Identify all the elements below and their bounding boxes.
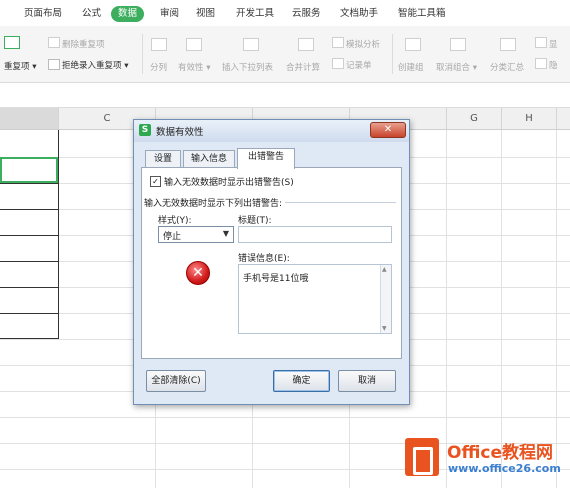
clear-all-button[interactable]: 全部清除(C) [146, 370, 206, 392]
table-border [0, 209, 59, 210]
error-stop-icon: ✕ [186, 261, 210, 285]
consolidate-button[interactable]: 合并计算 [286, 61, 320, 73]
dialog-title: 数据有效性 [156, 127, 204, 138]
app-logo-icon: S [139, 124, 151, 136]
duplicates-dropdown-label: 重复项 [4, 62, 30, 72]
error-message-textarea[interactable]: 手机号是11位哦 ▲ ▼ [238, 264, 392, 334]
ribbon-separator [392, 34, 393, 74]
subtotal-icon [500, 38, 516, 51]
duplicates-icon[interactable] [4, 36, 20, 49]
show-detail-icon [535, 37, 547, 48]
style-select[interactable]: 停止 ▼ [158, 226, 234, 243]
cancel-button[interactable]: 取消 [338, 370, 396, 392]
error-alert-panel: ✓ 输入无效数据时显示出错警告(S) 输入无效数据时显示下列出错警告: 样式(Y… [141, 167, 402, 359]
watermark-url: www.office26.com [448, 462, 561, 475]
scroll-down-icon[interactable]: ▼ [382, 325, 387, 332]
what-if-button[interactable]: 模拟分析 [346, 38, 380, 50]
table-border [0, 261, 59, 262]
insert-dropdown-list-button[interactable]: 插入下拉列表 [222, 61, 273, 73]
column-header-g[interactable]: G [447, 108, 502, 129]
table-border [0, 287, 59, 288]
office26-watermark: Office教程网 www.office26.com [405, 436, 565, 482]
ok-button[interactable]: 确定 [273, 370, 330, 392]
duplicates-dropdown-button[interactable]: 重复项 ▾ [4, 60, 36, 72]
show-error-checkbox[interactable]: ✓ [150, 176, 161, 187]
create-group-button[interactable]: 创建组 [398, 61, 424, 73]
ribbon-separator [142, 34, 143, 74]
show-error-checkbox-label: 输入无效数据时显示出错警告(S) [164, 178, 294, 188]
chevron-down-icon: ▼ [222, 229, 229, 238]
error-message-value: 手机号是11位哦 [243, 274, 309, 284]
record-form-icon [332, 58, 344, 69]
grid-line [0, 417, 570, 418]
section-label: 输入无效数据时显示下列出错警告: [144, 196, 286, 209]
tab-formulas[interactable]: 公式 [82, 6, 101, 22]
tab-view[interactable]: 视图 [196, 6, 215, 22]
title-input[interactable] [238, 226, 392, 243]
tab-doc-assistant[interactable]: 文档助手 [340, 6, 378, 22]
hide-detail-button[interactable]: 隐 [549, 59, 558, 71]
consolidate-icon [298, 38, 314, 51]
ribbon-tab-bar: 页面布局 公式 数据 审阅 视图 开发工具 云服务 文档助手 智能工具箱 [0, 0, 570, 26]
style-label: 样式(Y): [158, 216, 192, 226]
formula-bar[interactable] [0, 83, 570, 108]
create-group-icon [405, 38, 421, 51]
style-select-value: 停止 [163, 232, 182, 242]
tab-review[interactable]: 审阅 [160, 6, 179, 22]
validity-label: 有效性 [178, 63, 204, 73]
tab-data[interactable]: 数据 [111, 6, 145, 22]
reject-duplicates-icon [48, 59, 60, 70]
scroll-up-icon[interactable]: ▲ [382, 266, 387, 273]
column-header-selected[interactable] [0, 108, 59, 129]
office-logo-mark [413, 447, 433, 475]
close-icon: ✕ [383, 124, 393, 135]
split-icon [151, 38, 167, 51]
reject-duplicates-button[interactable]: 拒绝录入重复项 ▾ [62, 59, 128, 71]
table-border [58, 130, 59, 338]
validity-button[interactable]: 有效性 ▾ [178, 61, 210, 73]
remove-duplicates-button[interactable]: 删除重复项 [62, 38, 105, 50]
title-label: 标题(T): [238, 216, 272, 226]
tab-cloud-service[interactable]: 云服务 [292, 6, 321, 22]
hide-detail-icon [535, 58, 547, 69]
watermark-title: Office教程网 [447, 443, 554, 463]
error-message-label: 错误信息(E): [238, 254, 290, 264]
tab-developer[interactable]: 开发工具 [236, 6, 274, 22]
tab-smart-toolbox[interactable]: 智能工具箱 [398, 6, 446, 22]
textarea-scrollbar[interactable]: ▲ ▼ [380, 265, 391, 333]
split-button[interactable]: 分列 [150, 61, 167, 73]
tab-error-alert[interactable]: 出错警告 [237, 148, 295, 169]
tab-input-message[interactable]: 输入信息 [183, 150, 235, 168]
table-border [0, 235, 59, 236]
table-border [0, 183, 59, 184]
ungroup-icon [450, 38, 466, 51]
insert-dropdown-list-icon [243, 38, 259, 51]
record-form-button[interactable]: 记录单 [346, 59, 372, 71]
ribbon-toolbar: 重复项 ▾ 删除重复项 拒绝录入重复项 ▾ 分列 有效性 ▾ 插入下拉列表 合并… [0, 26, 570, 83]
subtotal-button[interactable]: 分类汇总 [490, 61, 524, 73]
active-cell[interactable] [0, 157, 58, 183]
ungroup-label: 取消组合 [436, 63, 471, 73]
close-button[interactable]: ✕ [370, 122, 406, 138]
office-logo-icon [405, 438, 439, 476]
column-header-h[interactable]: H [502, 108, 557, 129]
tab-page-layout[interactable]: 页面布局 [24, 6, 62, 22]
remove-duplicates-icon [48, 37, 60, 48]
data-validation-dialog: S 数据有效性 ✕ 设置 输入信息 出错警告 ✓ 输入无效数据时显示出错警告(S… [133, 119, 410, 405]
tab-settings[interactable]: 设置 [145, 150, 181, 168]
dialog-title-bar[interactable]: S 数据有效性 ✕ [134, 120, 409, 142]
ungroup-button[interactable]: 取消组合 ▾ [436, 61, 477, 73]
reject-duplicates-label: 拒绝录入重复项 [62, 61, 122, 71]
table-border [0, 338, 59, 339]
table-border [0, 313, 59, 314]
validity-icon [186, 38, 202, 51]
what-if-icon [332, 37, 344, 48]
show-detail-button[interactable]: 显 [549, 38, 558, 50]
